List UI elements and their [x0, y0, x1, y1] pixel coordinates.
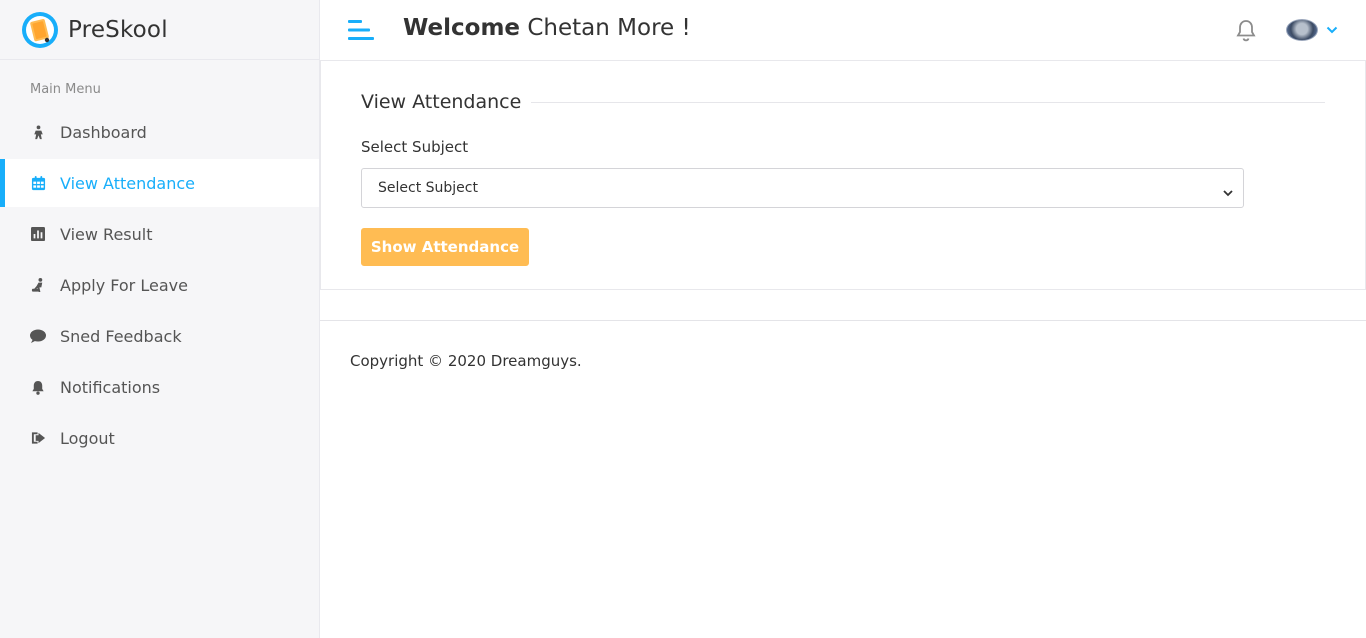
menu-toggle-icon[interactable] — [348, 18, 374, 42]
show-attendance-button[interactable]: Show Attendance — [361, 228, 529, 266]
sidebar-item-view-attendance[interactable]: View Attendance — [0, 159, 319, 207]
notification-bell-icon[interactable] — [1234, 18, 1258, 42]
divider — [531, 101, 1325, 103]
sidebar-item-notifications[interactable]: Notifications — [0, 363, 319, 411]
copyright-text: Copyright © 2020 Dreamguys. — [350, 352, 582, 370]
sidebar-item-label: View Attendance — [60, 173, 195, 193]
menu-section-title: Main Menu — [30, 82, 101, 97]
sidebar-item-apply-for-leave[interactable]: Apply For Leave — [0, 261, 319, 309]
sidebar: PreSkool Main Menu Dashboard View Attend… — [0, 0, 320, 638]
card-title: View Attendance — [361, 91, 522, 113]
user-name: Chetan More ! — [527, 15, 691, 41]
chevron-down-icon — [1326, 26, 1338, 34]
sidebar-item-view-result[interactable]: View Result — [0, 210, 319, 258]
user-menu[interactable] — [1286, 19, 1338, 41]
sidebar-item-dashboard[interactable]: Dashboard — [0, 108, 319, 156]
sidebar-menu: Dashboard View Attendance View Result Ap… — [0, 108, 319, 465]
sidebar-item-label: Notifications — [60, 377, 161, 397]
sidebar-item-label: Sned Feedback — [60, 326, 182, 346]
card-title-row: View Attendance — [361, 89, 1325, 115]
sidebar-item-send-feedback[interactable]: Sned Feedback — [0, 312, 319, 360]
sidebar-item-label: View Result — [60, 224, 153, 244]
bell-icon — [30, 379, 46, 395]
top-header: Welcome Chetan More ! — [320, 0, 1366, 60]
leave-icon — [30, 277, 46, 293]
avatar — [1286, 19, 1318, 41]
welcome-heading: Welcome Chetan More ! — [403, 15, 691, 41]
dashboard-icon — [30, 124, 46, 140]
subject-select[interactable]: Select Subject — [362, 169, 1243, 207]
sidebar-item-label: Dashboard — [60, 122, 147, 142]
calendar-icon — [30, 175, 46, 191]
bar-chart-icon — [30, 226, 46, 242]
subject-field-label: Select Subject — [361, 138, 469, 156]
attendance-card: View Attendance Select Subject Select Su… — [320, 60, 1366, 290]
sidebar-item-logout[interactable]: Logout — [0, 414, 319, 462]
brand-name: PreSkool — [68, 16, 168, 43]
logo[interactable]: PreSkool — [0, 0, 319, 60]
logout-icon — [30, 430, 46, 446]
welcome-label: Welcome — [403, 15, 521, 41]
sidebar-item-label: Logout — [60, 428, 115, 448]
footer-divider — [320, 320, 1366, 321]
comment-icon — [30, 328, 46, 344]
preskool-logo-icon — [20, 10, 60, 50]
sidebar-item-label: Apply For Leave — [60, 275, 188, 295]
subject-select-wrapper[interactable]: Select Subject — [361, 168, 1244, 208]
